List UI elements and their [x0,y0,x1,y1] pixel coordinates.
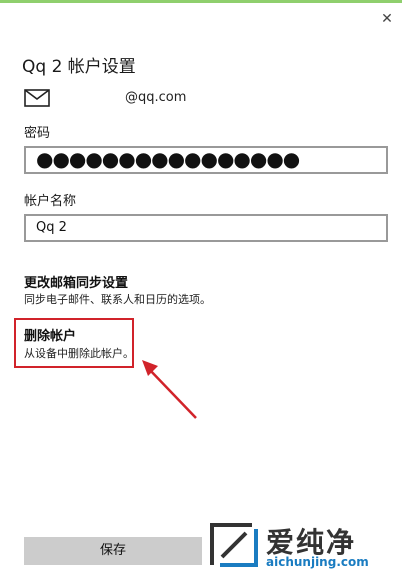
watermark-url: aichunjing.com [266,555,369,569]
password-field[interactable]: ●●●●●●●●●●●●●●●● [24,146,388,174]
account-name-field[interactable]: Qq 2 [24,214,388,242]
annotation-highlight-box [14,318,134,368]
watermark: 爱纯净 aichunjing.com [208,521,398,571]
annotation-arrow-icon [142,360,197,419]
window-top-line [0,0,402,3]
account-email: @qq.com [125,90,187,105]
page-title: Qq 2 帐户设置 [22,57,136,77]
close-icon[interactable]: ✕ [380,12,394,26]
sync-settings-link[interactable]: 更改邮箱同步设置 [24,272,128,291]
mail-icon [24,89,50,107]
sync-settings-desc: 同步电子邮件、联系人和日历的选项。 [24,293,211,306]
save-button[interactable]: 保存 [24,537,202,565]
watermark-logo-icon [210,523,258,567]
password-label: 密码 [24,126,51,141]
account-name-label: 帐户名称 [24,194,77,209]
